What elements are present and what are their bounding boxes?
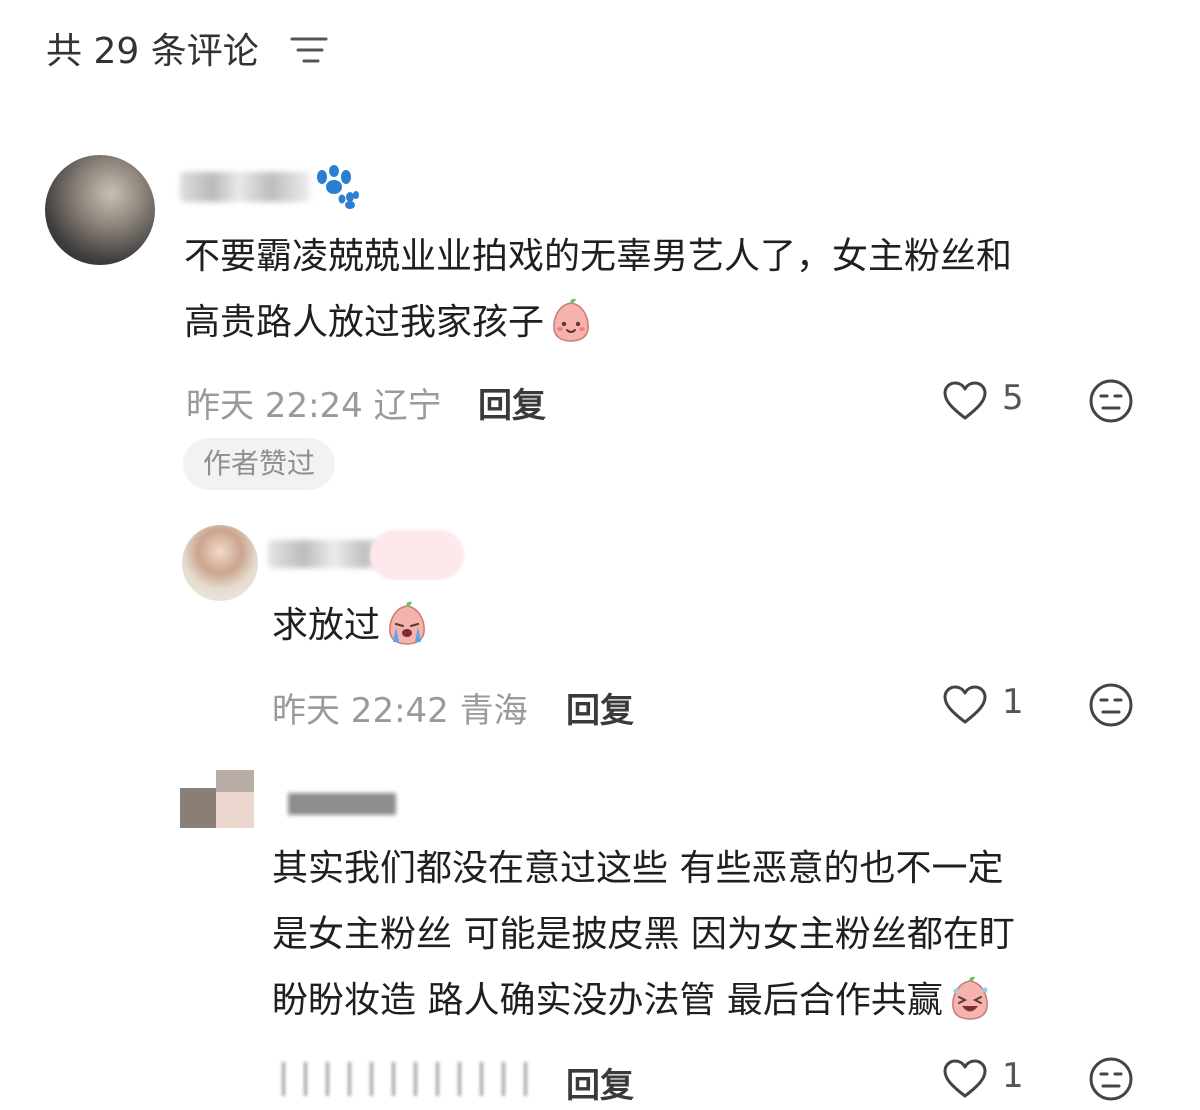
username-blurred[interactable] [180,172,310,202]
avatar-pixel [216,770,254,792]
comment-text-line: 不要霸凌兢兢业业拍戏的无辜男艺人了，女主粉丝和 [184,236,1013,277]
user-avatar[interactable] [180,770,254,828]
comment-meta: 昨天 22:42 青海 [272,683,528,732]
author-liked-badge: 作者赞过 [183,438,336,490]
peach-smile-emoji-icon [553,298,589,342]
heart-icon[interactable] [942,1058,988,1100]
avatar-pixel [180,788,216,828]
comment-text-line: 是女主粉丝 可能是披皮黑 因为女主粉丝都在盯 [272,914,1015,955]
heart-icon[interactable] [942,684,988,726]
comment-location: 青海 [459,691,528,731]
comment-time: 昨天 22:24 [186,386,363,426]
comment-count-title: 共 29 条评论 [46,31,259,72]
comment-text: 求放过 [272,605,381,646]
peach-crying-emoji-icon [389,601,425,645]
dislike-face-icon[interactable] [1088,682,1134,728]
username-blurred[interactable] [288,793,396,815]
comment-text: 盼盼妆造 路人确实没办法管 最后合作共赢 [272,980,943,1021]
heart-icon[interactable] [942,380,988,422]
comment-location: 辽宁 [373,386,442,426]
comment-text-line: 其实我们都没在意过这些 有些恶意的也不一定 [272,848,1004,889]
like-count: 1 [1002,1056,1024,1096]
dislike-face-icon[interactable] [1088,1056,1134,1102]
sort-lines-icon[interactable] [290,33,328,67]
reply-button[interactable]: 回复 [478,378,546,427]
like-count: 1 [1002,682,1024,722]
comment-meta: 昨天 22:24 辽宁 [186,378,442,427]
comment-time: 昨天 22:42 [272,691,449,731]
avatar-pixel [216,792,254,828]
reply-button[interactable]: 回复 [566,1058,634,1107]
comment-text: 高贵路人放过我家孩子 [184,302,545,343]
comment-meta-blurred [272,1062,534,1096]
user-tag-blurred [370,530,464,580]
comment-text-line: 高贵路人放过我家孩子 [184,290,594,356]
like-count: 5 [1002,378,1024,418]
paw-icon [317,165,359,209]
comment-text-line: 求放过 [272,593,430,659]
peach-laughing-emoji-icon [952,976,988,1020]
user-avatar[interactable] [182,525,258,601]
comment-text-line: 盼盼妆造 路人确实没办法管 最后合作共赢 [272,968,993,1034]
reply-button[interactable]: 回复 [566,683,634,732]
dislike-face-icon[interactable] [1088,378,1134,424]
user-avatar[interactable] [45,155,155,265]
